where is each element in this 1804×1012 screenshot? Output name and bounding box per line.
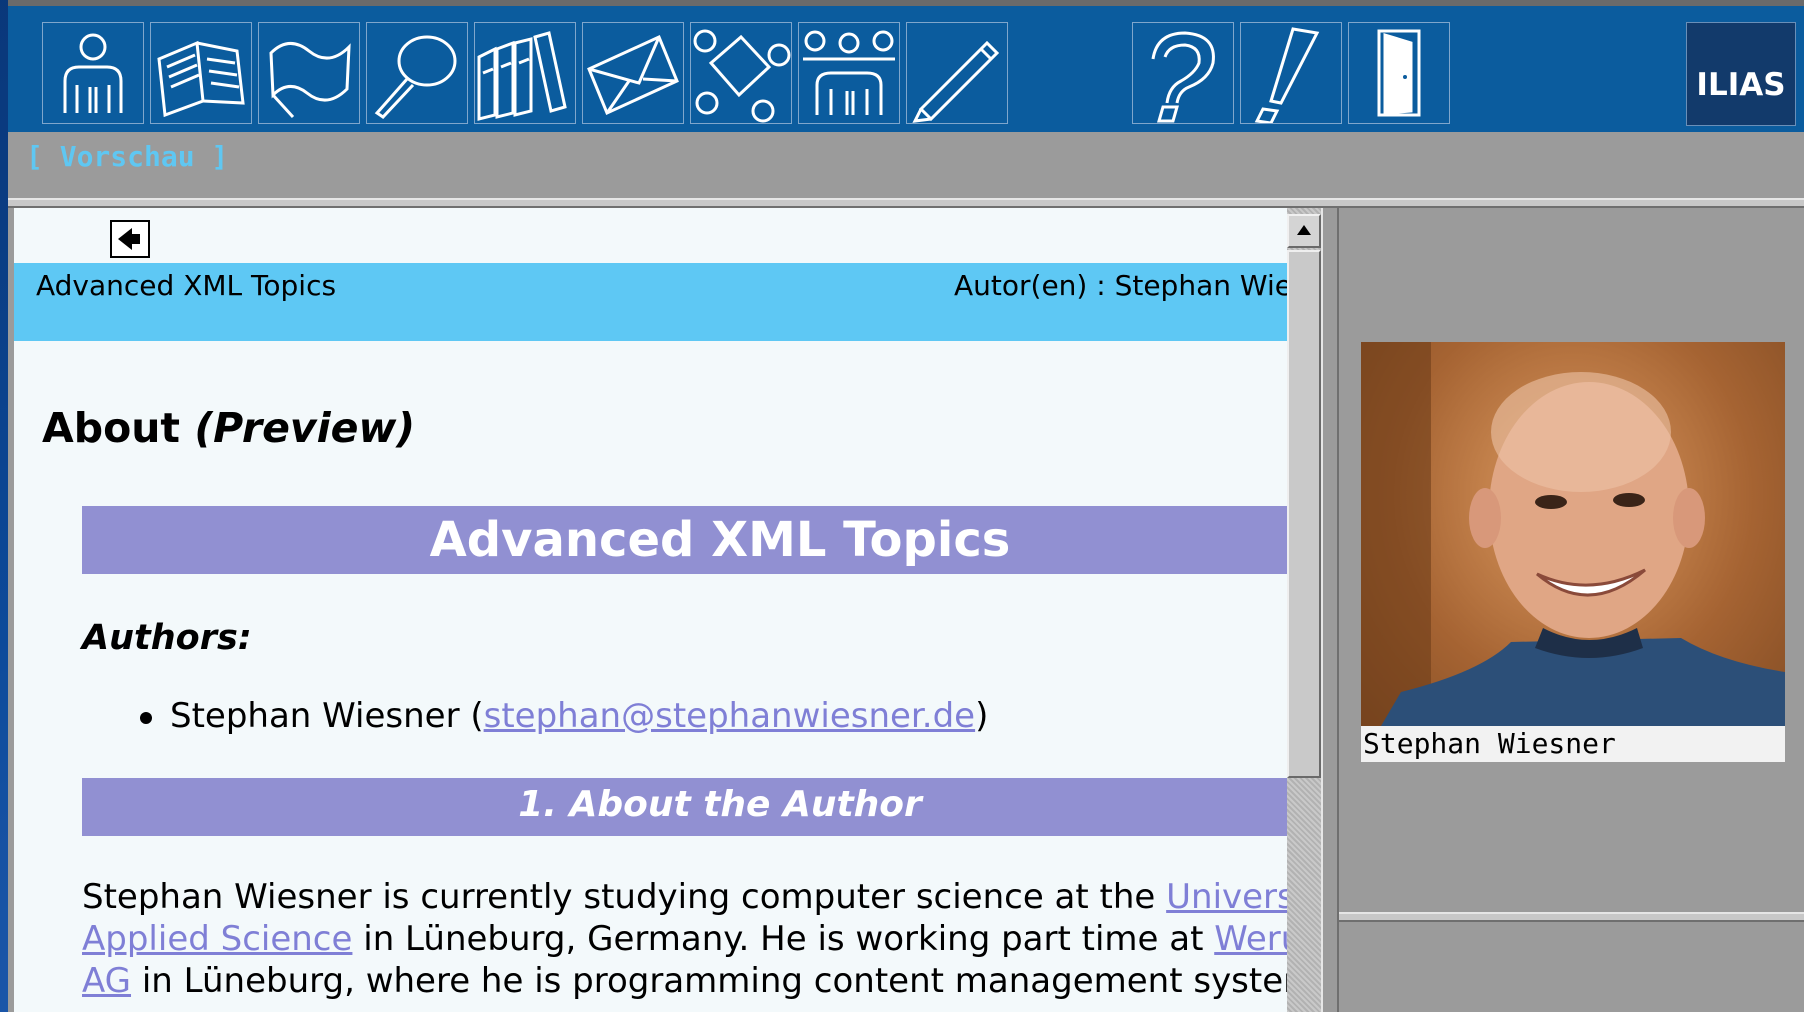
toolbar-button-personal-desktop[interactable] [42,22,144,124]
list-item: Stephan Wiesner (stephan@stephanwiesner.… [140,696,988,736]
toolbar-button-mail[interactable] [582,22,684,124]
learning-module-header: Advanced XML Topics Autor(en) : Stephan … [14,263,1287,341]
person-icon [63,33,123,113]
author-close: ) [975,696,989,736]
toolbar-button-search[interactable] [366,22,468,124]
previous-page-button[interactable] [110,220,150,258]
arrow-left-icon [118,228,140,250]
document-heading-text: Advanced XML Topics [429,512,1011,568]
toolbar-button-logout[interactable] [1348,22,1450,124]
shapes-icon [693,29,791,123]
side-frame: Stephan Wiesner [1339,208,1804,1012]
toolbar-button-learning-modules[interactable] [150,22,252,124]
side-frame-separator[interactable] [1339,912,1804,922]
page-title-main: About [42,404,181,452]
toolbar-button-feedback[interactable] [1240,22,1342,124]
preview-strip: [ Vorschau ] [8,132,1804,198]
toolbar-button-courses[interactable] [258,22,360,124]
triangle-up-icon [1297,225,1311,235]
book-icon [157,40,245,118]
learning-module-title: Advanced XML Topics [36,269,337,302]
group-icon [803,30,895,115]
magnifier-icon [374,35,457,119]
bio-text-1: Stephan Wiesner is currently studying co… [82,877,1167,917]
help-icon [1151,31,1215,123]
library-icon [477,31,567,121]
exclamation-icon [1254,27,1320,123]
ilias-logo: ILIAS [1686,22,1796,126]
author-portrait-illustration [1361,342,1785,726]
toolbar-button-groups[interactable] [690,22,792,124]
document-heading: Advanced XML Topics [82,506,1287,574]
photo-caption: Stephan Wiesner [1361,726,1785,762]
section-heading: 1. About the Author [82,778,1287,836]
frame-separator[interactable] [8,198,1804,208]
author-email-link[interactable]: stephan@stephanwiesner.de [484,696,975,736]
bio-text-3: in Lüneburg, where he is programming con… [131,961,1287,1001]
toolbar-button-editor[interactable] [906,22,1008,124]
scroll-thumb[interactable] [1287,250,1321,778]
browser-frame: ILIAS [ Vorschau ] Advanced XML Topics A… [8,0,1804,1012]
pencil-icon [912,40,1000,123]
toolbar-button-library[interactable] [474,22,576,124]
frame-divider[interactable] [1321,208,1339,1012]
bio-paragraph: Stephan Wiesner is currently studying co… [82,876,1287,1002]
author-photo [1361,342,1785,726]
page-title: About (Preview) [42,404,415,452]
page-title-suffix: (Preview) [194,404,416,452]
toolbar-button-help[interactable] [1132,22,1234,124]
bio-text-2: in Lüneburg, Germany. He is working part… [352,919,1215,959]
flag-icon [269,42,351,119]
learning-module-authors: Autor(en) : Stephan Wiesner [954,269,1287,302]
preview-link[interactable]: [ Vorschau ] [26,140,228,173]
author-name: Stephan Wiesner ( [170,696,484,736]
main-toolbar: ILIAS [8,0,1804,132]
bullet-icon [140,711,152,724]
mail-icon [587,34,679,116]
scroll-up-button[interactable] [1287,214,1321,248]
vertical-scrollbar[interactable] [1287,208,1321,1012]
authors-label: Authors: [82,618,252,658]
content-frame: Advanced XML Topics Autor(en) : Stephan … [14,208,1287,1012]
section-heading-text: 1. About the Author [518,784,922,825]
logout-door-icon [1377,29,1421,117]
toolbar-button-users[interactable] [798,22,900,124]
